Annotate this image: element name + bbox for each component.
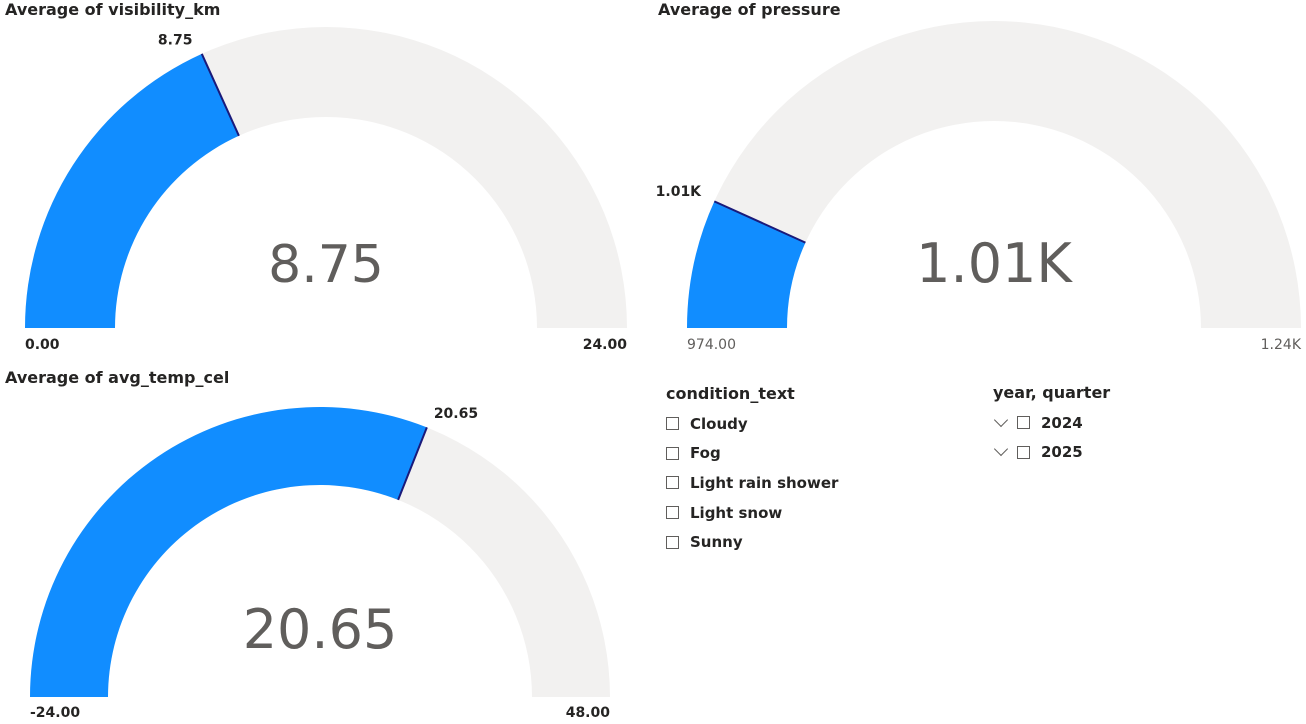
gauge-max-label: 24.00 <box>583 337 628 353</box>
checkbox[interactable] <box>1017 416 1030 430</box>
slicer-item-cloudy[interactable]: Cloudy <box>666 409 838 439</box>
gauge-visibility[interactable]: Average of visibility_km 8.75 8.75 0.00 24.… <box>0 0 650 360</box>
slicer-year-quarter: year, quarter 2024 2025 <box>993 383 1110 467</box>
slicer-item-label: Light rain shower <box>690 473 839 492</box>
gauge-center-value: 8.75 <box>268 235 384 295</box>
slicer-item-label: Cloudy <box>690 414 748 433</box>
checkbox[interactable] <box>1017 445 1030 459</box>
slicer-item-2025[interactable]: 2025 <box>993 438 1110 468</box>
slicer-item-label: 2024 <box>1041 413 1083 432</box>
gauge-temp[interactable]: Average of avg_temp_cel 20.65 20.65 -24.00… <box>0 368 650 724</box>
chevron-down-icon[interactable] <box>993 442 1009 457</box>
slicer-item-label: Light snow <box>690 503 783 522</box>
gauge-max-label: 1.24K <box>1261 337 1302 353</box>
checkbox[interactable] <box>666 417 679 431</box>
gauge-min-label: 974.00 <box>687 337 736 353</box>
gauge-max-label: 48.00 <box>566 705 611 721</box>
slicer-item-light-rain-shower[interactable]: Light rain shower <box>666 468 838 498</box>
gauge-visibility-svg: 8.75 8.75 0.00 24.00 <box>25 27 628 353</box>
gauge-center-value: 1.01K <box>916 232 1073 295</box>
gauge-value-label: 1.01K <box>656 184 703 200</box>
gauge-pressure[interactable]: Average of pressure 1.01K 1.01K 974.00 1.24… <box>652 0 1306 360</box>
gauge-pressure-svg: 1.01K 1.01K 974.00 1.24K <box>656 21 1302 353</box>
gauge-temp-svg: 20.65 20.65 -24.00 48.00 <box>30 406 611 721</box>
checkbox[interactable] <box>666 535 679 549</box>
slicer-item-label: Sunny <box>690 533 743 552</box>
slicer-condition: condition_text Cloudy Fog Light rain sho… <box>666 384 838 557</box>
slicer-item-fog[interactable]: Fog <box>666 439 838 469</box>
chevron-down-icon[interactable] <box>993 412 1009 427</box>
gauge-min-label: 0.00 <box>25 337 60 353</box>
gauge-value-label: 8.75 <box>158 33 193 49</box>
slicer-item-sunny[interactable]: Sunny <box>666 527 838 557</box>
gauge-value-label: 20.65 <box>434 406 478 422</box>
gauge-min-label: -24.00 <box>30 705 80 721</box>
checkbox[interactable] <box>666 446 679 460</box>
slicer-item-label: 2025 <box>1041 443 1083 462</box>
checkbox[interactable] <box>666 506 679 520</box>
gauge-center-value: 20.65 <box>243 598 398 661</box>
checkbox[interactable] <box>666 476 679 490</box>
gauge-fill <box>25 53 239 329</box>
slicer-item-light-snow[interactable]: Light snow <box>666 498 838 528</box>
slicer-item-label: Fog <box>690 444 721 463</box>
slicer-title: condition_text <box>666 384 795 403</box>
slicer-item-2024[interactable]: 2024 <box>993 408 1110 438</box>
slicer-title: year, quarter <box>993 383 1111 402</box>
